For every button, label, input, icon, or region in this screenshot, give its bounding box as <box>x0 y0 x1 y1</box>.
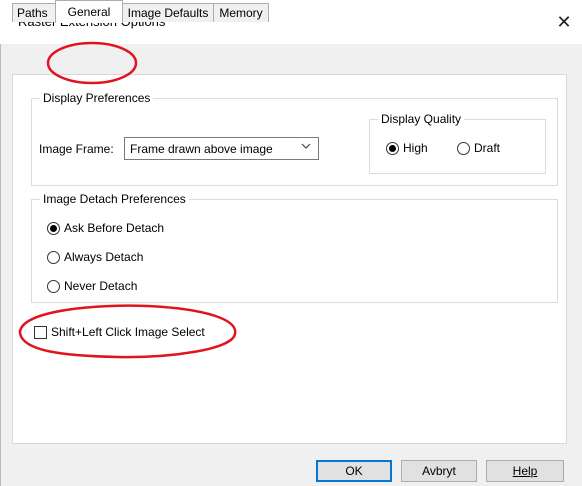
ok-button[interactable]: OK <box>316 460 392 482</box>
radio-selected-dot <box>389 145 396 152</box>
image-frame-label: Image Frame: <box>39 142 114 156</box>
image-detach-preferences-title: Image Detach Preferences <box>40 192 189 206</box>
display-quality-draft-radio[interactable] <box>457 142 470 155</box>
chevron-down-icon <box>301 143 311 149</box>
ask-before-detach-radio[interactable] <box>47 222 60 235</box>
ask-before-detach-label[interactable]: Ask Before Detach <box>64 220 164 236</box>
tab-memory[interactable]: Memory <box>213 3 269 22</box>
always-detach-label[interactable]: Always Detach <box>64 249 143 265</box>
display-quality-high-label[interactable]: High <box>403 140 428 156</box>
display-quality-title: Display Quality <box>378 112 465 126</box>
tab-general[interactable]: General <box>55 0 123 23</box>
shift-left-click-label[interactable]: Shift+Left Click Image Select <box>51 324 205 340</box>
general-tab-panel: Display Preferences Image Frame: Frame d… <box>12 74 567 444</box>
never-detach-label[interactable]: Never Detach <box>64 278 137 294</box>
raster-extension-options-dialog: Raster Extension Options ✕ Paths General… <box>0 0 582 486</box>
display-preferences-title: Display Preferences <box>40 91 154 105</box>
display-quality-draft-label[interactable]: Draft <box>474 140 500 156</box>
shift-left-click-checkbox[interactable] <box>34 326 47 339</box>
tab-image-defaults[interactable]: Image Defaults <box>122 3 214 22</box>
display-quality-high-radio[interactable] <box>386 142 399 155</box>
image-detach-preferences-group: Image Detach Preferences Ask Before Deta… <box>31 192 558 303</box>
help-button[interactable]: Help <box>486 460 564 482</box>
image-frame-dropdown[interactable]: Frame drawn above image <box>124 137 319 160</box>
display-quality-group: Display Quality High Draft <box>369 112 546 174</box>
never-detach-radio[interactable] <box>47 280 60 293</box>
always-detach-radio[interactable] <box>47 251 60 264</box>
radio-selected-dot <box>50 225 57 232</box>
close-icon: ✕ <box>556 12 572 32</box>
display-preferences-group: Display Preferences Image Frame: Frame d… <box>31 91 558 186</box>
cancel-button[interactable]: Avbryt <box>401 460 477 482</box>
close-button[interactable]: ✕ <box>546 4 582 40</box>
image-frame-value: Frame drawn above image <box>130 142 273 156</box>
tab-paths[interactable]: Paths <box>12 3 56 22</box>
